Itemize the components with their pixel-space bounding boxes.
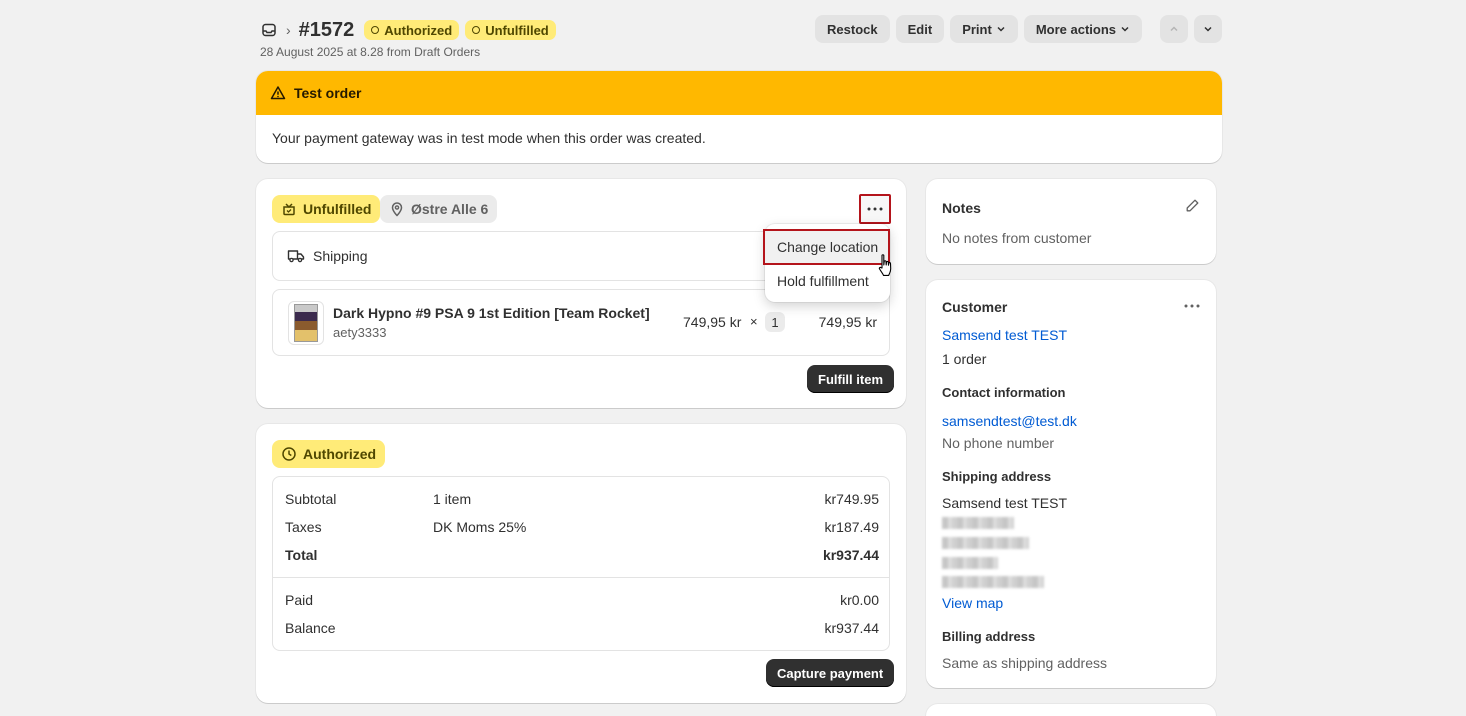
edit-button[interactable]: Edit (895, 15, 945, 43)
test-order-banner: Test order Your payment gateway was in t… (256, 71, 1222, 163)
divider (273, 577, 889, 578)
unit-price: 749,95 kr (683, 314, 742, 330)
row-value: kr749.95 (824, 491, 879, 507)
warning-icon (270, 86, 286, 100)
badge-label: Unfulfilled (485, 22, 549, 38)
subtotal-row: Subtotal 1 item kr749.95 (285, 491, 879, 511)
pencil-icon[interactable] (1182, 195, 1202, 215)
product-image (294, 304, 318, 342)
location-pin-icon (391, 202, 403, 217)
more-options-icon[interactable] (1182, 296, 1202, 316)
chevron-up-icon (1170, 26, 1178, 32)
circle-icon (371, 26, 380, 34)
row-value: kr937.44 (824, 620, 879, 636)
row-label: Total (285, 547, 318, 563)
payment-status-label: Authorized (303, 446, 377, 462)
page-header: › #1572 Authorized Unfulfilled 28 August… (256, 14, 1222, 60)
line-total: 749,95 kr (818, 314, 877, 330)
fulfillment-options-menu: Change location Hold fulfillment (763, 224, 890, 302)
print-button[interactable]: Print (950, 15, 1018, 43)
row-value: kr0.00 (840, 592, 879, 608)
capture-payment-button[interactable]: Capture payment (766, 659, 895, 687)
next-sidebar-card (926, 704, 1216, 716)
row-value: kr187.49 (824, 519, 879, 535)
inbox-icon[interactable] (260, 21, 278, 39)
header-actions: Restock Edit Print More actions (815, 15, 1222, 43)
shipping-name: Samsend test TEST (942, 495, 1068, 511)
row-label: Balance (285, 620, 336, 636)
payment-summary: Subtotal 1 item kr749.95 Taxes DK Moms 2… (272, 476, 890, 651)
status-badge-authorized: Authorized (364, 20, 460, 40)
package-icon (283, 203, 295, 216)
menu-item-change-location[interactable]: Change location (763, 229, 890, 265)
row-detail: DK Moms 25% (433, 519, 527, 535)
order-subtitle: 28 August 2025 at 8.28 from Draft Orders (260, 45, 481, 59)
print-label: Print (962, 21, 992, 37)
menu-item-hold-fulfillment[interactable]: Hold fulfillment (765, 265, 890, 297)
balance-row: Balance kr937.44 (285, 620, 879, 640)
phone-text: No phone number (942, 435, 1055, 451)
fulfillment-status-label: Unfulfilled (303, 201, 372, 217)
more-actions-label: More actions (1035, 21, 1116, 37)
chevron-down-icon (1121, 26, 1129, 32)
hand-pointer-icon (878, 254, 892, 276)
truck-icon (287, 250, 305, 263)
banner-message: Your payment gateway was in test mode wh… (272, 130, 706, 146)
notes-title: Notes (942, 200, 981, 216)
total-row: Total kr937.44 (285, 547, 879, 567)
location-chip: Østre Alle 6 (380, 195, 498, 223)
next-order-button[interactable] (1194, 15, 1222, 43)
chevron-right-icon: › (286, 22, 291, 38)
banner-header: Test order (256, 71, 1222, 115)
location-label: Østre Alle 6 (411, 201, 489, 217)
order-count: 1 order (942, 351, 987, 367)
redacted-address-line (942, 576, 1044, 588)
row-label: Subtotal (285, 491, 337, 507)
banner-title: Test order (294, 85, 362, 101)
payment-card: Authorized Subtotal 1 item kr749.95 Taxe… (256, 424, 906, 703)
authorized-chip: Authorized (272, 440, 386, 468)
paid-row: Paid kr0.00 (285, 592, 879, 612)
redacted-address-line (942, 537, 1029, 549)
view-map-link[interactable]: View map (942, 595, 1003, 611)
times-symbol: × (750, 314, 758, 329)
quantity-badge: 1 (765, 312, 785, 332)
product-thumbnail[interactable] (288, 301, 324, 345)
shipping-label: Shipping (313, 248, 368, 264)
restock-button[interactable]: Restock (815, 15, 890, 43)
notes-text: No notes from customer (942, 230, 1092, 246)
previous-order-button[interactable] (1160, 15, 1188, 43)
chevron-down-icon (1204, 26, 1212, 32)
billing-text: Same as shipping address (942, 655, 1107, 671)
product-title[interactable]: Dark Hypno #9 PSA 9 1st Edition [Team Ro… (333, 305, 650, 321)
clock-icon (282, 447, 296, 461)
page-title: #1572 (298, 18, 355, 41)
unfulfilled-chip: Unfulfilled (272, 195, 381, 223)
row-detail: 1 item (433, 491, 472, 507)
taxes-row: Taxes DK Moms 25% kr187.49 (285, 519, 879, 539)
status-badge-unfulfilled: Unfulfilled (465, 20, 556, 40)
shipping-address-title: Shipping address (942, 469, 1052, 484)
circle-icon (472, 26, 481, 34)
more-actions-button[interactable]: More actions (1023, 15, 1142, 43)
customer-card: Customer Samsend test TEST 1 order Conta… (926, 280, 1216, 688)
row-label: Taxes (285, 519, 322, 535)
product-sku: aety3333 (333, 325, 387, 340)
customer-name-link[interactable]: Samsend test TEST (942, 327, 1067, 343)
title-row: › #1572 Authorized Unfulfilled (260, 18, 556, 42)
billing-address-title: Billing address (942, 629, 1036, 644)
chevron-down-icon (997, 26, 1005, 32)
row-label: Paid (285, 592, 314, 608)
badge-label: Authorized (384, 22, 453, 38)
customer-email-link[interactable]: samsendtest@test.dk (942, 413, 1077, 429)
fulfill-item-button[interactable]: Fulfill item (807, 365, 894, 393)
redacted-address-line (942, 557, 998, 569)
more-options-icon[interactable] (859, 194, 891, 224)
contact-info-title: Contact information (942, 385, 1066, 400)
redacted-address-line (942, 517, 1014, 529)
row-value: kr937.44 (822, 547, 879, 563)
customer-title: Customer (942, 299, 1008, 315)
notes-card: Notes No notes from customer (926, 179, 1216, 264)
